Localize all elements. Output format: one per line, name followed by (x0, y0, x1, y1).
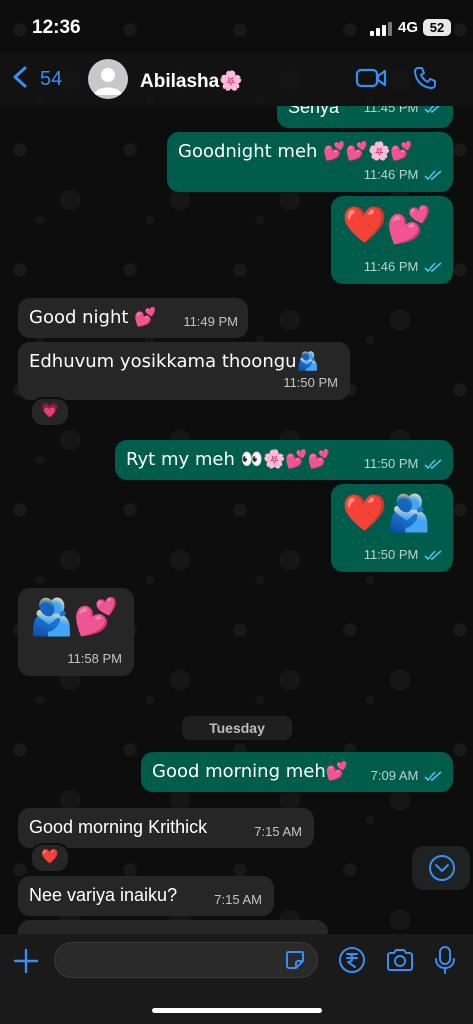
message-input[interactable] (54, 942, 318, 978)
message-incoming[interactable]: Edhuvum yosikkama thoongu🫂 11:50 PM (18, 342, 350, 400)
voice-call-icon[interactable] (413, 66, 437, 90)
contact-name[interactable]: Abilasha🌸 (140, 69, 243, 93)
message-text: Good morning meh💕 (152, 761, 349, 782)
read-ticks-icon (424, 771, 442, 782)
message-text: Seriya (288, 106, 340, 117)
message-reaction[interactable]: 💗 (30, 397, 70, 427)
message-outgoing[interactable]: ❤️💕 11:46 PM (331, 196, 453, 284)
message-time: 11:45 PM (363, 106, 419, 115)
status-time: 12:36 (32, 17, 81, 38)
message-outgoing[interactable]: Good morning meh💕 7:09 AM (141, 752, 453, 792)
read-ticks-icon (424, 550, 442, 561)
avatar-icon[interactable] (88, 59, 128, 99)
message-incoming[interactable]: Good night 💕 11:49 PM (18, 298, 248, 338)
message-list[interactable]: Seriya 11:45 PM Goodnight meh 💕💕🌸💕 11:46… (0, 106, 473, 934)
message-time: 11:46 PM (363, 259, 419, 274)
message-text: Good night 💕 (29, 307, 157, 328)
message-text: ❤️🫂 (342, 493, 432, 534)
sticker-icon[interactable] (284, 949, 306, 971)
back-unread-count[interactable]: 54 (40, 68, 62, 91)
message-text: ❤️💕 (342, 205, 432, 246)
message-reaction[interactable]: ❤️ (30, 843, 70, 873)
message-time: 7:09 AM (370, 768, 419, 783)
network-label: 4G (398, 19, 419, 36)
chat-header: 54 Abilasha🌸 (0, 52, 473, 106)
message-time: 11:50 PM (283, 375, 338, 390)
battery-level: 52 (423, 19, 451, 36)
read-ticks-icon (424, 262, 442, 273)
message-time: 11:58 PM (67, 651, 122, 666)
home-indicator (152, 1008, 322, 1013)
plus-icon[interactable] (13, 948, 39, 974)
back-chevron-icon[interactable] (12, 66, 28, 88)
read-ticks-icon (424, 106, 441, 114)
chevron-down-icon (429, 855, 455, 881)
message-time: 11:50 PM (363, 456, 419, 471)
camera-icon[interactable] (385, 947, 415, 973)
scroll-to-bottom-button[interactable] (412, 846, 470, 890)
read-ticks-icon (424, 170, 442, 181)
signal-icon (370, 22, 392, 36)
mic-icon[interactable] (434, 945, 456, 975)
status-bar: 12:36 4G 52 (0, 0, 473, 52)
message-text: Nee variya inaiku? (29, 885, 178, 905)
message-time: 7:15 AM (214, 892, 262, 907)
message-incoming[interactable]: Good morning Krithick 7:15 AM (18, 808, 314, 848)
rupee-icon[interactable] (338, 946, 366, 974)
message-incoming[interactable] (18, 920, 328, 934)
message-time: 7:15 AM (254, 824, 302, 839)
message-outgoing[interactable]: Seriya 11:45 PM (277, 106, 453, 128)
message-time: 11:49 PM (183, 314, 238, 329)
message-time: 11:46 PM (363, 167, 419, 182)
read-ticks-icon (424, 459, 442, 470)
video-call-icon[interactable] (355, 67, 387, 89)
message-outgoing[interactable]: Ryt my meh 👀🌸💕💕 11:50 PM (115, 440, 453, 480)
date-divider: Tuesday (182, 716, 292, 740)
message-time: 11:50 PM (363, 547, 419, 562)
message-incoming[interactable]: 🫂💕 11:58 PM (18, 588, 134, 676)
message-text: Goodnight meh 💕💕🌸💕 (178, 141, 413, 162)
message-text: Ryt my meh 👀🌸💕💕 (126, 449, 331, 470)
message-text: 🫂💕 (29, 597, 119, 638)
message-text: Edhuvum yosikkama thoongu🫂 (29, 351, 319, 372)
message-incoming[interactable]: Nee variya inaiku? 7:15 AM (18, 876, 274, 916)
message-text: Good morning Krithick (29, 817, 208, 837)
message-outgoing[interactable]: ❤️🫂 11:50 PM (331, 484, 453, 572)
composer-bar (0, 934, 473, 1024)
message-outgoing[interactable]: Goodnight meh 💕💕🌸💕 11:46 PM (167, 132, 453, 192)
